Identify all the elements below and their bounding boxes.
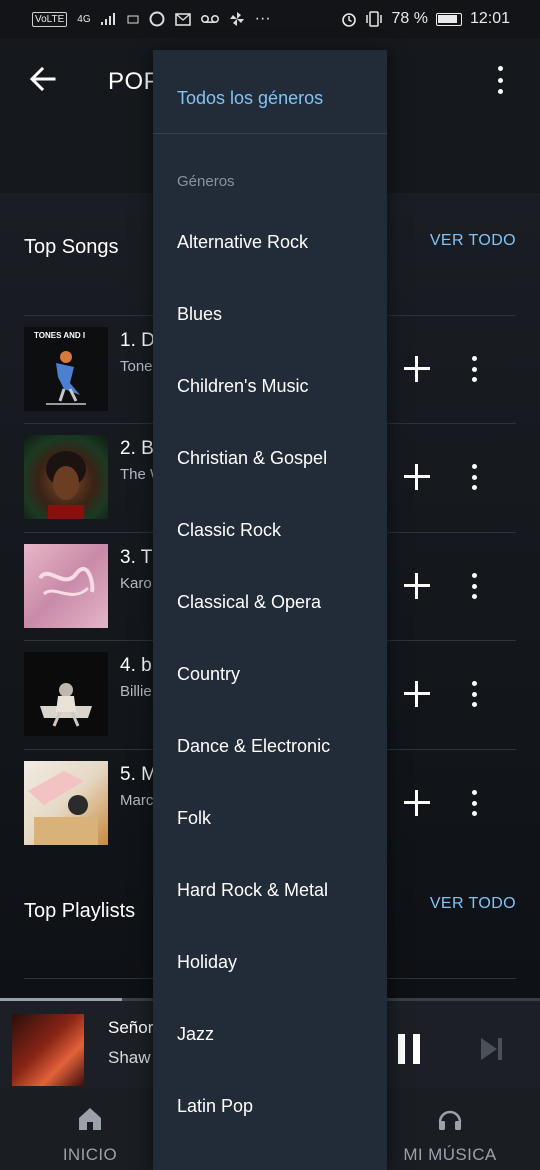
menu-item-genre[interactable]: Alternative Rock: [177, 232, 377, 253]
back-arrow-icon[interactable]: [28, 64, 58, 94]
menu-item-genre[interactable]: Children's Music: [177, 376, 377, 397]
voicemail-icon: [200, 15, 219, 23]
nav-my-music-label: MI MÚSICA: [403, 1145, 497, 1164]
add-icon[interactable]: [404, 356, 430, 382]
status-bar: VoLTE 4G ··· 78 % 12:01: [0, 0, 540, 38]
song-title: 1. D: [120, 330, 155, 351]
add-icon[interactable]: [404, 464, 430, 490]
signal-icon: [100, 13, 115, 25]
menu-item-genre[interactable]: Classic Rock: [177, 520, 377, 541]
song-artist: Karo: [120, 575, 152, 592]
menu-item-genre[interactable]: Christian & Gospel: [177, 448, 377, 469]
add-icon[interactable]: [404, 681, 430, 707]
genre-dropdown-menu: Todos los géneros Géneros Alternative Ro…: [153, 50, 387, 1170]
song-artwork: TONES AND I: [24, 327, 108, 411]
add-icon[interactable]: [404, 790, 430, 816]
more-vertical-icon[interactable]: [470, 464, 478, 490]
menu-section-header: Géneros: [177, 173, 235, 190]
song-artist: Marc: [120, 792, 154, 809]
song-artist: Tone: [120, 358, 153, 375]
menu-item-genre[interactable]: Folk: [177, 808, 377, 829]
mail-icon: [174, 12, 191, 26]
top-songs-title: Top Songs: [24, 236, 119, 258]
headphones-icon: [438, 1110, 462, 1130]
song-title: 4. b: [120, 655, 152, 676]
menu-item-genre[interactable]: Jazz: [177, 1024, 377, 1045]
fan-icon: [229, 12, 244, 26]
pause-icon[interactable]: [398, 1034, 420, 1064]
battery-icon: [435, 12, 462, 26]
top-songs-see-all-link[interactable]: VER TODO: [430, 232, 516, 250]
sim-icon: [127, 15, 139, 24]
top-playlists-see-all-link[interactable]: VER TODO: [430, 895, 516, 913]
song-artwork: [24, 435, 108, 519]
now-playing-title: Señor: [108, 1018, 154, 1037]
status-left: VoLTE 4G ···: [32, 10, 271, 28]
more-vertical-icon[interactable]: [470, 790, 478, 816]
menu-item-all-genres[interactable]: Todos los géneros: [177, 88, 323, 109]
skip-next-icon[interactable]: [478, 1036, 504, 1062]
song-title: 3. T: [120, 547, 153, 568]
more-vertical-icon[interactable]: [470, 573, 478, 599]
menu-divider: [153, 133, 387, 134]
song-title: 5. M: [120, 764, 157, 785]
menu-item-genre[interactable]: Blues: [177, 304, 377, 325]
song-artwork: [24, 544, 108, 628]
menu-item-genre[interactable]: Country: [177, 664, 377, 685]
clock: 12:01: [469, 10, 510, 27]
volte-badge: VoLTE: [32, 11, 68, 27]
progress-bar[interactable]: [0, 998, 123, 1001]
status-right: 78 % 12:01: [341, 10, 510, 28]
home-icon: [79, 1108, 101, 1130]
circle-icon: [149, 11, 165, 27]
top-playlists-title: Top Playlists: [24, 900, 136, 922]
vibrate-icon: [366, 11, 383, 27]
now-playing-artwork: [12, 1014, 84, 1086]
more-vertical-icon[interactable]: [470, 681, 478, 707]
now-playing-artist: Shaw: [108, 1048, 151, 1067]
network-type: 4G: [77, 13, 91, 25]
alarm-icon: [342, 13, 357, 27]
menu-item-genre[interactable]: Dance & Electronic: [177, 736, 377, 757]
nav-my-music[interactable]: MI MÚSICA: [360, 1088, 540, 1170]
menu-item-genre[interactable]: Latin Pop: [177, 1096, 377, 1117]
more-notifications-icon: ···: [254, 10, 271, 27]
menu-item-genre[interactable]: Holiday: [177, 952, 377, 973]
menu-item-genre[interactable]: Classical & Opera: [177, 592, 377, 613]
song-artwork: [24, 761, 108, 845]
add-icon[interactable]: [404, 573, 430, 599]
overflow-menu-icon[interactable]: [496, 66, 504, 94]
more-vertical-icon[interactable]: [470, 356, 478, 382]
menu-item-genre[interactable]: Hard Rock & Metal: [177, 880, 377, 901]
battery-percent: 78 %: [391, 10, 428, 27]
song-title: 2. B: [120, 438, 154, 459]
song-artist: Billie: [120, 683, 152, 700]
song-artwork: [24, 652, 108, 736]
